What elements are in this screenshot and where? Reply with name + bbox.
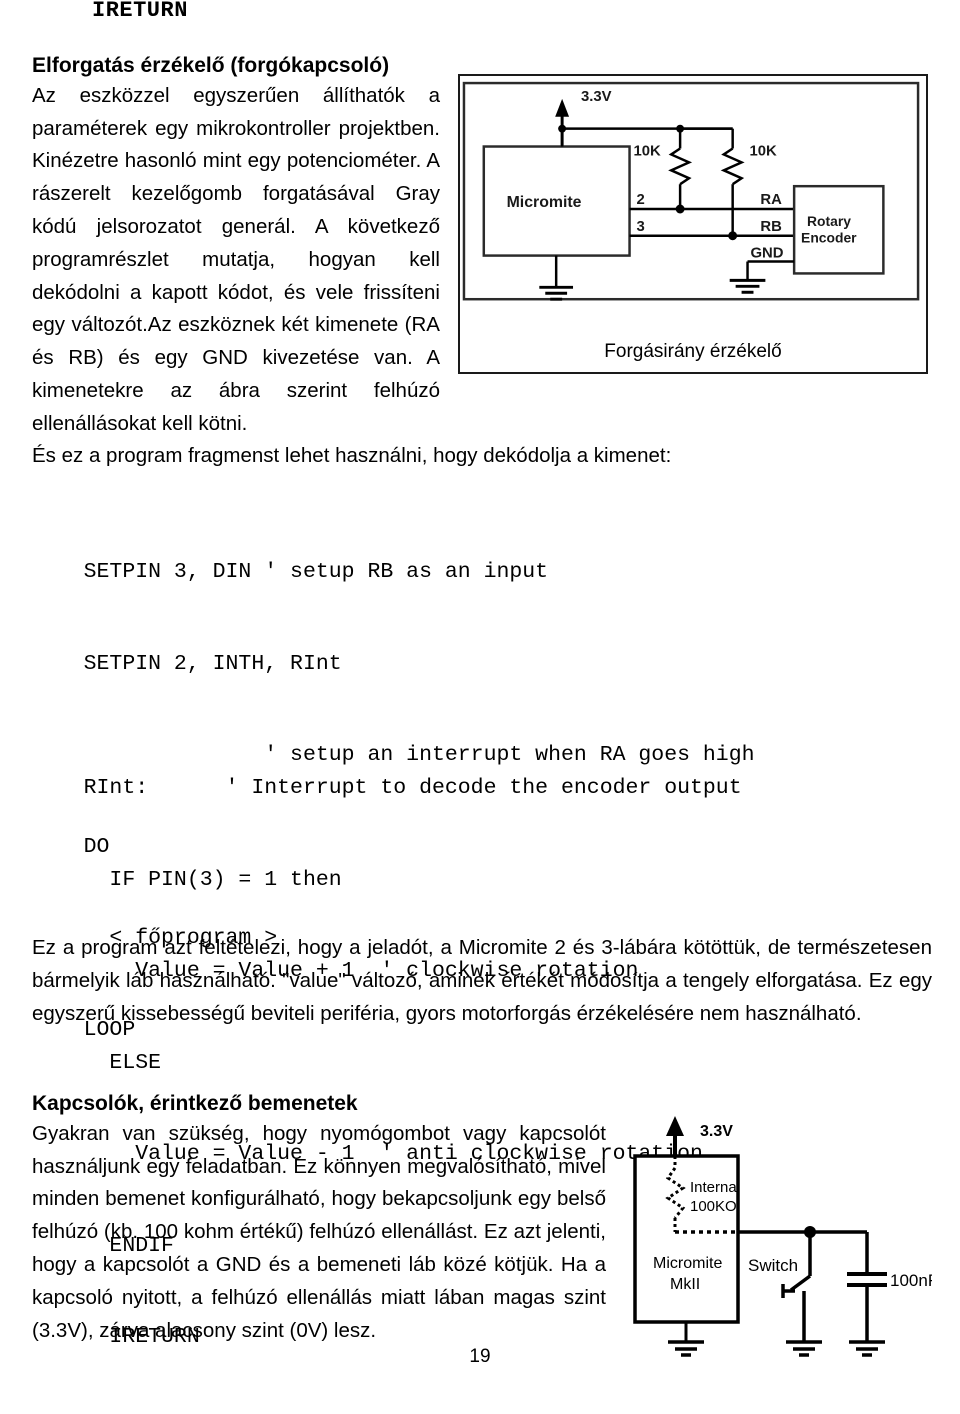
label-ra: RA [760,192,782,208]
post-code-paragraph: Ez a program azt feltételezi, hogy a jel… [32,936,932,1026]
rotary-section-paragraph: Az eszközzel egyszerűen állíthatók a par… [32,83,440,435]
label-rotary-encoder-line2: Encoder [801,230,857,246]
rotary-encoder-section: 3.3V 10K 10K Micromite 2 3 RA RB GND Rot… [32,52,928,473]
rotary-encoder-figure: 3.3V 10K 10K Micromite 2 3 RA RB GND Rot… [458,74,928,374]
page-number: 19 [469,1346,491,1367]
label-micromite-line1: Micromite [653,1255,722,1272]
label-rb: RB [760,219,782,235]
label-supply-voltage: 3.3V [700,1123,733,1140]
switch-text-column: Kapcsolók, érintkező bemenetek Gyakran v… [32,1090,636,1347]
label-pin-3: 3 [636,219,644,235]
rotary-section-heading: Elforgatás érzékelő (forgókapcsoló) [32,54,390,77]
code-line: SETPIN 3, DIN ' setup RB as an input [32,560,549,585]
switch-inputs-section: 3.3V Internal 100KO Micromite MkII Switc… [32,1090,932,1358]
rotary-text-column: Elforgatás érzékelő (forgókapcsoló) Az e… [32,52,440,440]
switch-input-figure: 3.3V Internal 100KO Micromite MkII Switc… [620,1108,932,1358]
code-line: SETPIN 2, INTH, RInt [32,651,342,676]
code-line: IF PIN(3) = 1 then [32,867,342,892]
code-line: ELSE [32,1050,162,1075]
label-capacitor: 100nF [890,1271,932,1290]
label-resistor-left: 10K [634,143,662,159]
rotary-encoder-schematic: 3.3V 10K 10K Micromite 2 3 RA RB GND Rot… [462,81,920,301]
label-supply-voltage: 3.3V [581,89,612,105]
switch-input-schematic: 3.3V Internal 100KO Micromite MkII Switc… [633,1116,932,1357]
code-line: RInt: ' Interrupt to decode the encoder … [32,776,742,801]
label-resistor-right: 10K [750,143,778,159]
document-page: IRETURN 3.3V 10K 10K Micromite 2 3 RA RB… [0,0,960,1378]
code-intro-line: És ez a program fragmenst lehet használn… [32,444,672,468]
label-internal-line2: 100KO [690,1198,737,1215]
label-rotary-encoder-line1: Rotary [807,213,851,229]
orphan-code-line: IRETURN [92,0,188,23]
rotary-intro-line-wrapper: És ez a program fragmenst lehet használn… [32,440,928,473]
label-switch: Switch [748,1256,798,1275]
switch-section-paragraph: Gyakran van szükség, hogy nyomógombot va… [32,1121,606,1342]
label-pin-2: 2 [636,192,644,208]
label-micromite: Micromite [507,194,582,211]
label-gnd: GND [751,246,784,262]
switch-section-heading: Kapcsolók, érintkező bemenetek [32,1092,358,1115]
label-micromite-line2: MkII [670,1276,700,1293]
rotary-figure-caption: Forgásirány érzékelő [604,341,782,362]
label-internal-line1: Internal [690,1179,740,1196]
